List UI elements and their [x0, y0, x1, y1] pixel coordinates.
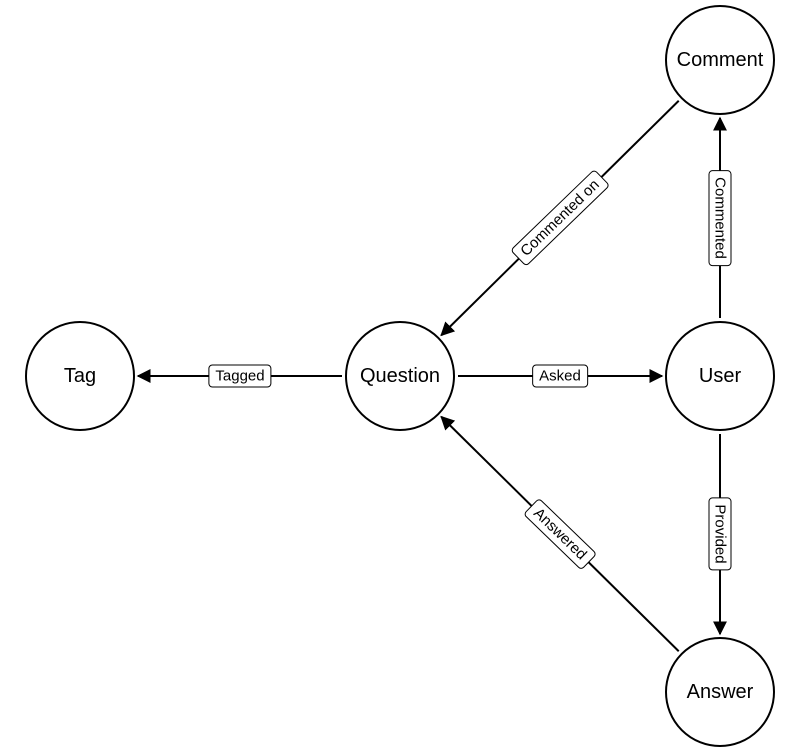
edge-label-asked: Asked: [532, 365, 588, 388]
edge-label-commented: Commented: [709, 170, 732, 266]
node-tag: Tag: [25, 321, 135, 431]
node-label: User: [699, 365, 741, 388]
node-user: User: [665, 321, 775, 431]
node-label: Answer: [687, 681, 754, 704]
node-question: Question: [345, 321, 455, 431]
node-answer: Answer: [665, 637, 775, 747]
node-comment: Comment: [665, 5, 775, 115]
node-label: Comment: [677, 49, 764, 72]
node-label: Tag: [64, 365, 96, 388]
node-label: Question: [360, 365, 440, 388]
edge-label-tagged: Tagged: [208, 365, 271, 388]
edge-label-provided: Provided: [709, 497, 732, 570]
diagram-canvas: Tag Question User Comment Answer Tagged …: [0, 0, 800, 751]
